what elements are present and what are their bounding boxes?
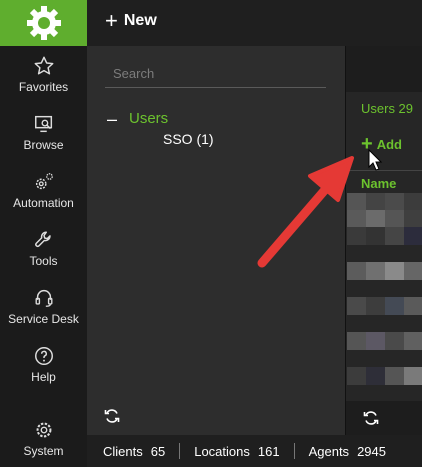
nav-automation[interactable]: Automation xyxy=(0,171,87,210)
nav-label-help: Help xyxy=(31,370,56,384)
collapse-icon[interactable]: – xyxy=(107,110,123,128)
headset-icon xyxy=(35,289,52,307)
tree-panel: – Users SSO (1) xyxy=(87,46,345,435)
wrench-icon xyxy=(34,231,51,248)
stat-locations-value: 161 xyxy=(257,443,280,459)
table-row[interactable] xyxy=(347,227,422,245)
nav-favorites[interactable]: Favorites xyxy=(0,55,87,94)
top-bar: + New xyxy=(87,0,422,46)
stat-agents: Agents 2945 xyxy=(295,443,400,459)
users-count-label: Users 29 xyxy=(361,101,414,116)
stat-locations: Locations 161 xyxy=(180,443,295,459)
nav-label-browse: Browse xyxy=(23,138,64,152)
tree-node-users-label: Users xyxy=(129,110,169,127)
gear-icon xyxy=(36,422,51,438)
new-button[interactable]: + New xyxy=(105,8,157,33)
tree-node-sso-label: SSO (1) xyxy=(163,131,214,147)
app-logo[interactable] xyxy=(0,0,87,46)
tree-node-sso[interactable]: SSO (1) xyxy=(163,131,214,147)
list-header-bar xyxy=(346,46,422,92)
tree-node-users[interactable]: – Users xyxy=(107,110,169,128)
refresh-icon[interactable] xyxy=(103,407,121,425)
new-button-label: New xyxy=(123,12,157,29)
nav-label-favorites: Favorites xyxy=(18,80,69,94)
gear-logo-icon xyxy=(26,6,61,40)
plus-icon: + xyxy=(361,133,373,155)
question-icon xyxy=(34,347,53,365)
monitor-search-icon xyxy=(34,115,52,133)
star-icon xyxy=(34,56,53,75)
column-header-name-label: Name xyxy=(361,175,397,191)
stat-clients: Clients 65 xyxy=(87,443,181,459)
nav-help[interactable]: Help xyxy=(0,345,87,384)
table-row[interactable] xyxy=(347,367,422,385)
list-footer-bar xyxy=(346,401,422,435)
users-list-panel: Users 29 + Add Name xyxy=(345,46,422,435)
stat-clients-label: Clients xyxy=(103,443,143,459)
stat-clients-value: 65 xyxy=(150,443,166,459)
table-row[interactable] xyxy=(347,297,422,315)
column-header-name[interactable]: Name xyxy=(347,170,422,195)
stat-locations-label: Locations xyxy=(194,443,250,459)
nav-tools[interactable]: Tools xyxy=(0,229,87,268)
nav-label-system: System xyxy=(23,444,64,458)
stat-agents-label: Agents xyxy=(308,443,350,459)
search-input[interactable] xyxy=(105,60,326,88)
add-user-button[interactable]: + Add xyxy=(361,133,402,155)
plus-icon: + xyxy=(105,8,118,33)
nav-browse[interactable]: Browse xyxy=(0,113,87,152)
nav-service-desk[interactable]: Service Desk xyxy=(0,287,87,326)
nav-label-service-desk: Service Desk xyxy=(8,312,79,326)
nav-rail: Favorites Browse Automation Tools Servic… xyxy=(0,0,87,467)
nav-label-automation: Automation xyxy=(13,196,74,210)
table-row[interactable] xyxy=(347,332,422,350)
add-button-label: Add xyxy=(376,136,402,152)
refresh-icon[interactable] xyxy=(362,409,380,427)
status-bar: Clients 65 Locations 161 Agents 2945 xyxy=(87,435,422,467)
stat-agents-value: 2945 xyxy=(357,443,386,459)
table-row[interactable] xyxy=(347,193,422,211)
nav-label-tools: Tools xyxy=(29,254,58,268)
nav-system[interactable]: System xyxy=(0,419,87,458)
gears-icon xyxy=(35,173,53,190)
table-row[interactable] xyxy=(347,210,422,228)
table-row[interactable] xyxy=(347,262,422,280)
